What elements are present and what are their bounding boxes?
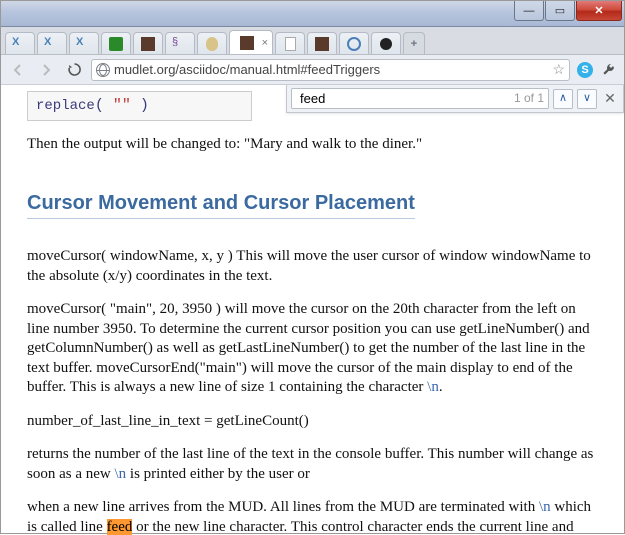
x-icon: X [76, 36, 92, 52]
maximize-button[interactable]: ▭ [545, 1, 575, 21]
section-heading: Cursor Movement and Cursor Placement [27, 190, 415, 219]
find-highlight: feed [107, 519, 133, 535]
find-prev-button[interactable]: ∧ [553, 89, 573, 109]
getlinecount-snippet: number_of_last_line_in_text = getLineCou… [27, 412, 598, 432]
texture-icon [315, 37, 329, 51]
x-icon: X [12, 36, 28, 52]
tab-11[interactable] [371, 32, 401, 54]
reload-button[interactable] [63, 59, 85, 81]
tab-10[interactable] [339, 32, 369, 54]
find-input-wrapper: 1 of 1 [291, 88, 549, 109]
circle-up-icon [347, 37, 361, 51]
x-icon: X [44, 36, 60, 52]
window-titlebar: — ▭ ✕ [1, 1, 624, 27]
texture-icon [141, 37, 155, 51]
text-segment: when a new line arrives from the MUD. Al… [27, 499, 539, 515]
toolbar: mudlet.org/asciidoc/manual.html#feedTrig… [1, 55, 624, 85]
code-str: "" [104, 97, 140, 114]
window-controls: — ▭ ✕ [514, 1, 622, 21]
seahorse-icon: § [172, 36, 188, 52]
tab-6[interactable] [197, 32, 227, 54]
wrench-menu-icon[interactable] [600, 61, 618, 79]
tab-strip: X X X § + [1, 27, 624, 55]
url-text: mudlet.org/asciidoc/manual.html#feedTrig… [114, 62, 548, 77]
page-content: 1 of 1 ∧ ∨ ✕ replace( "" ) Then the outp… [1, 85, 624, 535]
find-in-page-bar: 1 of 1 ∧ ∨ ✕ [286, 85, 624, 113]
document-icon [285, 37, 296, 51]
code-fn: replace [36, 98, 95, 114]
tab-5[interactable]: § [165, 32, 195, 54]
text-segment: is printed either by the user or [126, 466, 310, 482]
movecursor-example: moveCursor( "main", 20, 3950 ) will move… [27, 300, 598, 398]
text-segment: . [439, 379, 443, 395]
escape-char: \n [427, 379, 439, 395]
movecursor-description: moveCursor( windowName, x, y ) This will… [27, 247, 598, 286]
tab-8[interactable] [275, 32, 305, 54]
smiley-icon [109, 37, 123, 51]
find-next-button[interactable]: ∨ [577, 89, 597, 109]
tab-0[interactable]: X [5, 32, 35, 54]
close-button[interactable]: ✕ [576, 1, 622, 21]
text-segment: returns the number of the last line of t… [27, 446, 593, 482]
output-line: Then the output will be changed to: "Mar… [27, 135, 598, 155]
escape-char: \n [114, 466, 126, 482]
linefeed-description: when a new line arrives from the MUD. Al… [27, 498, 598, 535]
code-open: ( [95, 97, 104, 114]
back-button[interactable] [7, 59, 29, 81]
minimize-button[interactable]: — [514, 1, 544, 21]
tab-9[interactable] [307, 32, 337, 54]
tab-2[interactable]: X [69, 32, 99, 54]
egg-icon [206, 37, 218, 51]
new-tab-button[interactable]: + [403, 32, 425, 54]
find-count: 1 of 1 [508, 91, 544, 107]
code-snippet: replace( "" ) [27, 91, 252, 121]
getlinecount-description: returns the number of the last line of t… [27, 445, 598, 484]
code-close: ) [140, 97, 149, 114]
escape-char: \n [539, 499, 551, 515]
tab-4[interactable] [133, 32, 163, 54]
address-bar[interactable]: mudlet.org/asciidoc/manual.html#feedTrig… [91, 59, 570, 81]
text-segment: moveCursor( "main", 20, 3950 ) will move… [27, 301, 590, 395]
texture-icon [240, 36, 254, 50]
globe-icon [96, 63, 110, 77]
bookmark-star-icon[interactable]: ☆ [552, 61, 565, 78]
bomb-icon [380, 38, 392, 50]
tab-active[interactable] [229, 30, 273, 54]
find-close-button[interactable]: ✕ [601, 90, 619, 108]
tab-3[interactable] [101, 32, 131, 54]
forward-button[interactable] [35, 59, 57, 81]
find-input[interactable] [296, 89, 508, 108]
tab-1[interactable]: X [37, 32, 67, 54]
skype-extension-icon[interactable]: S [576, 61, 594, 79]
